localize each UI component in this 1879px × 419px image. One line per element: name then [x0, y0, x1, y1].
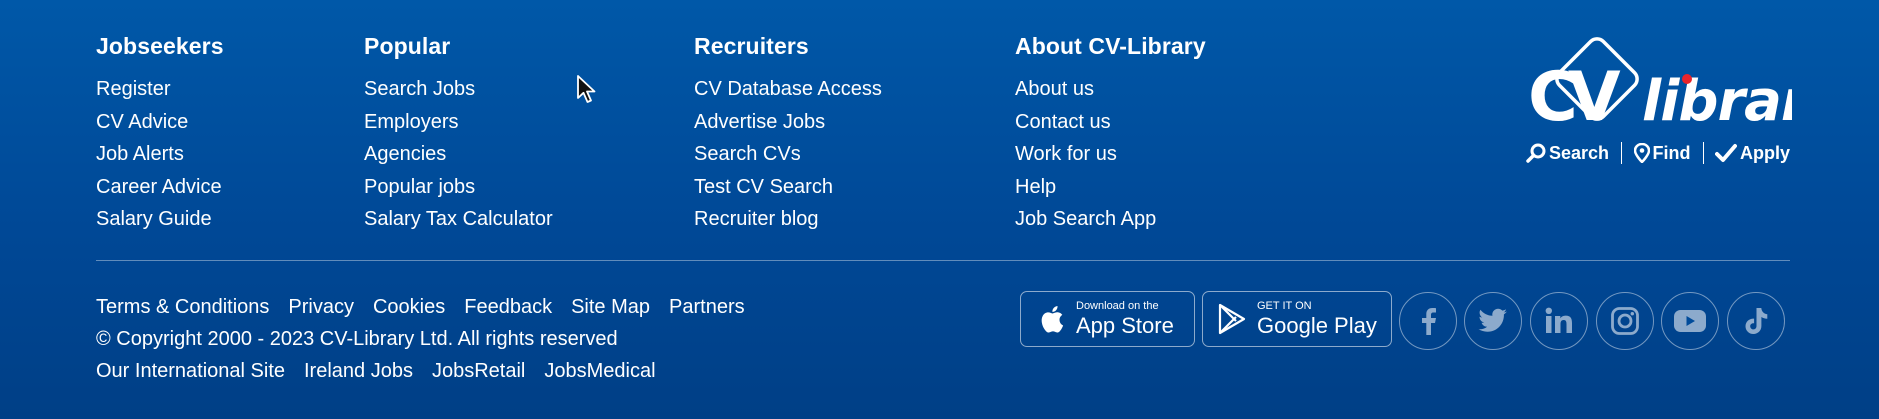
legal-links: Terms & Conditions Privacy Cookies Feedb… [96, 294, 745, 320]
logo-wordmark: library [1642, 69, 1792, 134]
footer-divider [96, 260, 1790, 261]
link-partners[interactable]: Partners [669, 294, 745, 320]
link-jobsretail[interactable]: JobsRetail [432, 358, 525, 384]
footer-link-salary-guide[interactable]: Salary Guide [96, 203, 224, 236]
instagram-link[interactable] [1596, 292, 1654, 350]
footer-link-about-us[interactable]: About us [1015, 73, 1206, 106]
footer-column-recruiters: Recruiters CV Database Access Advertise … [694, 32, 882, 236]
linkedin-link[interactable] [1530, 292, 1588, 350]
column-heading: About CV-Library [1015, 33, 1206, 59]
footer-link-agencies[interactable]: Agencies [364, 138, 553, 171]
magnifier-icon [1526, 143, 1546, 163]
google-play-button[interactable]: GET IT ON Google Play [1202, 291, 1392, 347]
footer-link-help[interactable]: Help [1015, 171, 1206, 204]
footer-link-job-alerts[interactable]: Job Alerts [96, 138, 224, 171]
link-cookies[interactable]: Cookies [373, 294, 445, 320]
column-heading: Jobseekers [96, 33, 224, 59]
app-store-big-text: App Store [1076, 313, 1174, 338]
google-play-big-text: Google Play [1257, 313, 1377, 338]
international-links: Our International Site Ireland Jobs Jobs… [96, 358, 656, 384]
link-international-site[interactable]: Our International Site [96, 358, 285, 384]
logo-tagline: Search Find Apply [1526, 142, 1790, 164]
tagline-search: Search [1526, 143, 1609, 164]
tiktok-icon [1745, 308, 1768, 334]
footer-column-about: About CV-Library About us Contact us Wor… [1015, 32, 1206, 236]
linkedin-icon [1545, 307, 1572, 333]
footer-link-work-for-us[interactable]: Work for us [1015, 138, 1206, 171]
link-terms-conditions[interactable]: Terms & Conditions [96, 294, 269, 320]
footer-link-popular-jobs[interactable]: Popular jobs [364, 171, 553, 204]
footer-link-recruiter-blog[interactable]: Recruiter blog [694, 203, 882, 236]
column-heading: Recruiters [694, 33, 809, 59]
apple-icon [1041, 306, 1064, 333]
tagline-apply: Apply [1714, 143, 1790, 164]
app-store-button[interactable]: Download on the App Store [1020, 291, 1195, 347]
footer-link-test-cv-search[interactable]: Test CV Search [694, 171, 882, 204]
footer-link-search-jobs[interactable]: Search Jobs [364, 73, 553, 106]
footer-link-salary-tax-calculator[interactable]: Salary Tax Calculator [364, 203, 553, 236]
footer-link-employers[interactable]: Employers [364, 106, 553, 139]
tagline-find: Find [1633, 143, 1691, 164]
twitter-icon [1478, 308, 1507, 332]
map-pin-icon [1633, 143, 1650, 163]
link-ireland-jobs[interactable]: Ireland Jobs [304, 358, 413, 384]
svg-text:V: V [1568, 58, 1621, 137]
google-play-icon [1218, 303, 1246, 335]
footer-link-job-search-app[interactable]: Job Search App [1015, 203, 1206, 236]
instagram-icon [1611, 307, 1639, 335]
site-footer: Jobseekers Register CV Advice Job Alerts… [0, 0, 1879, 419]
link-privacy[interactable]: Privacy [288, 294, 354, 320]
footer-column-jobseekers: Jobseekers Register CV Advice Job Alerts… [96, 32, 224, 236]
link-jobsmedical[interactable]: JobsMedical [544, 358, 655, 384]
link-site-map[interactable]: Site Map [571, 294, 650, 320]
copyright-text: © Copyright 2000 - 2023 CV-Library Ltd. … [96, 328, 618, 350]
footer-link-career-advice[interactable]: Career Advice [96, 171, 224, 204]
footer-link-cv-advice[interactable]: CV Advice [96, 106, 224, 139]
column-heading: Popular [364, 33, 451, 59]
facebook-link[interactable] [1399, 292, 1457, 350]
footer-link-search-cvs[interactable]: Search CVs [694, 138, 882, 171]
tiktok-link[interactable] [1727, 292, 1785, 350]
mouse-cursor-icon [577, 75, 596, 103]
checkmark-icon [1714, 144, 1737, 162]
footer-link-register[interactable]: Register [96, 73, 224, 106]
footer-link-cv-database-access[interactable]: CV Database Access [694, 73, 882, 106]
facebook-icon [1422, 308, 1436, 335]
youtube-link[interactable] [1661, 292, 1719, 350]
footer-column-popular: Popular Search Jobs Employers Agencies P… [364, 32, 553, 236]
footer-link-contact-us[interactable]: Contact us [1015, 106, 1206, 139]
footer-link-advertise-jobs[interactable]: Advertise Jobs [694, 106, 882, 139]
app-store-small-text: Download on the [1076, 300, 1159, 312]
google-play-small-text: GET IT ON [1257, 300, 1312, 312]
youtube-icon [1674, 310, 1706, 332]
twitter-link[interactable] [1464, 292, 1522, 350]
link-feedback[interactable]: Feedback [464, 294, 552, 320]
